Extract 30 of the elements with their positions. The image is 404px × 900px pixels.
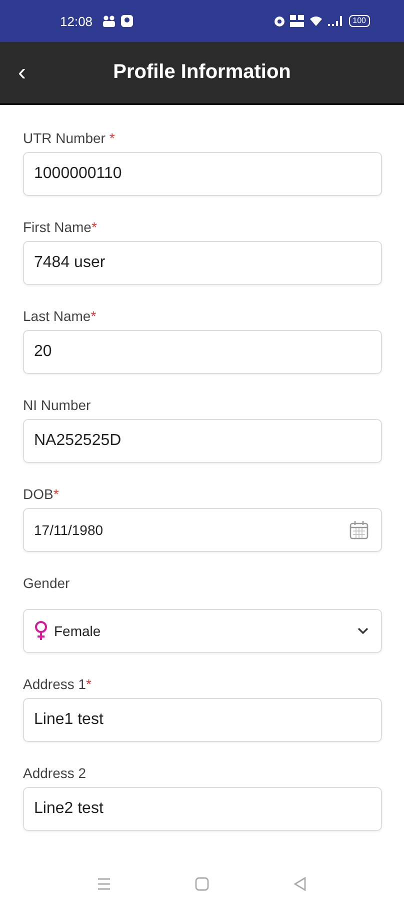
signal-icon <box>328 15 344 27</box>
field-label: UTR Number * <box>23 130 115 148</box>
menu-icon <box>97 877 111 891</box>
back-button[interactable]: ‹ <box>12 60 32 84</box>
field-label: Address 2 <box>23 765 86 783</box>
date-field[interactable]: 17/11/1980 <box>23 508 382 552</box>
field-label: Gender <box>23 575 70 593</box>
back-icon <box>293 877 307 891</box>
battery-level: 100 <box>348 15 370 27</box>
gender-dropdown[interactable]: Female <box>23 609 382 653</box>
chevron-down-icon <box>357 627 369 635</box>
field-label: NI Number <box>23 397 91 415</box>
alarm-icon <box>274 16 285 26</box>
text-field[interactable]: 1000000110 <box>23 152 382 196</box>
calendar-icon <box>349 520 369 540</box>
text-field[interactable]: Line1 test <box>23 698 382 742</box>
screen-title: Profile Information <box>113 61 291 84</box>
field-label: DOB* <box>23 486 59 504</box>
wifi-icon <box>308 15 323 27</box>
female-symbol-icon <box>34 621 48 641</box>
home-icon <box>195 877 209 891</box>
text-field[interactable]: 7484 user <box>23 241 382 285</box>
text-field[interactable]: Line2 test <box>23 787 382 831</box>
team-icon <box>102 15 116 27</box>
text-field[interactable]: 20 <box>23 330 382 374</box>
field-label: First Name* <box>23 219 97 237</box>
status-time: 12:08 <box>60 14 93 28</box>
field-label: Address 1* <box>23 676 92 694</box>
text-field[interactable]: NA252525D <box>23 419 382 463</box>
field-label: Last Name* <box>23 308 96 326</box>
